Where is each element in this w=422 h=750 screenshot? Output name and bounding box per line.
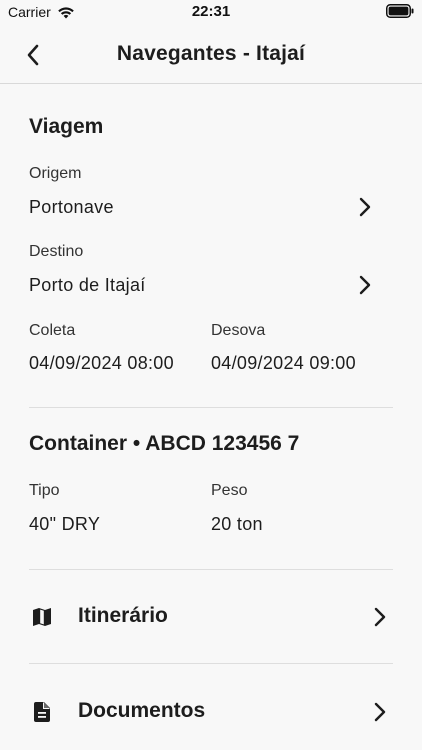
destino-label: Destino: [29, 243, 84, 260]
divider: [29, 407, 393, 408]
status-bar: Carrier 22:31: [0, 0, 422, 26]
itinerario-chevron-icon: [368, 605, 392, 629]
origem-label: Origem: [29, 165, 82, 182]
container-section-title: Container • ABCD 123456 7: [29, 432, 300, 455]
navigation-bar: Navegantes - Itajaí: [0, 26, 422, 84]
tipo-value: 40" DRY: [29, 514, 101, 534]
coleta-value: 04/09/2024 08:00: [29, 353, 174, 373]
peso-label: Peso: [211, 482, 248, 499]
divider: [29, 569, 393, 570]
desova-label: Desova: [211, 322, 266, 339]
destino-value[interactable]: Porto de Itajaí: [29, 275, 146, 296]
documentos-chevron-icon: [368, 700, 392, 724]
origem-chevron-icon[interactable]: [353, 195, 377, 219]
itinerario-row[interactable]: Itinerário: [0, 587, 422, 647]
tipo-label: Tipo: [29, 482, 60, 499]
destino-chevron-icon[interactable]: [353, 273, 377, 297]
itinerario-label: Itinerário: [78, 604, 168, 627]
divider: [29, 663, 393, 664]
documentos-label: Documentos: [78, 699, 206, 722]
document-icon: [30, 700, 54, 724]
peso-value: 20 ton: [211, 514, 263, 534]
viagem-section-title: Viagem: [29, 115, 104, 138]
coleta-label: Coleta: [29, 322, 76, 339]
page-title: Navegantes - Itajaí: [116, 42, 306, 65]
origem-value[interactable]: Portonave: [29, 197, 114, 218]
desova-value: 04/09/2024 09:00: [211, 353, 356, 373]
status-time: 22:31: [191, 3, 231, 20]
documentos-row[interactable]: Documentos: [0, 682, 422, 742]
map-icon: [30, 605, 54, 629]
battery-icon: [386, 4, 414, 21]
